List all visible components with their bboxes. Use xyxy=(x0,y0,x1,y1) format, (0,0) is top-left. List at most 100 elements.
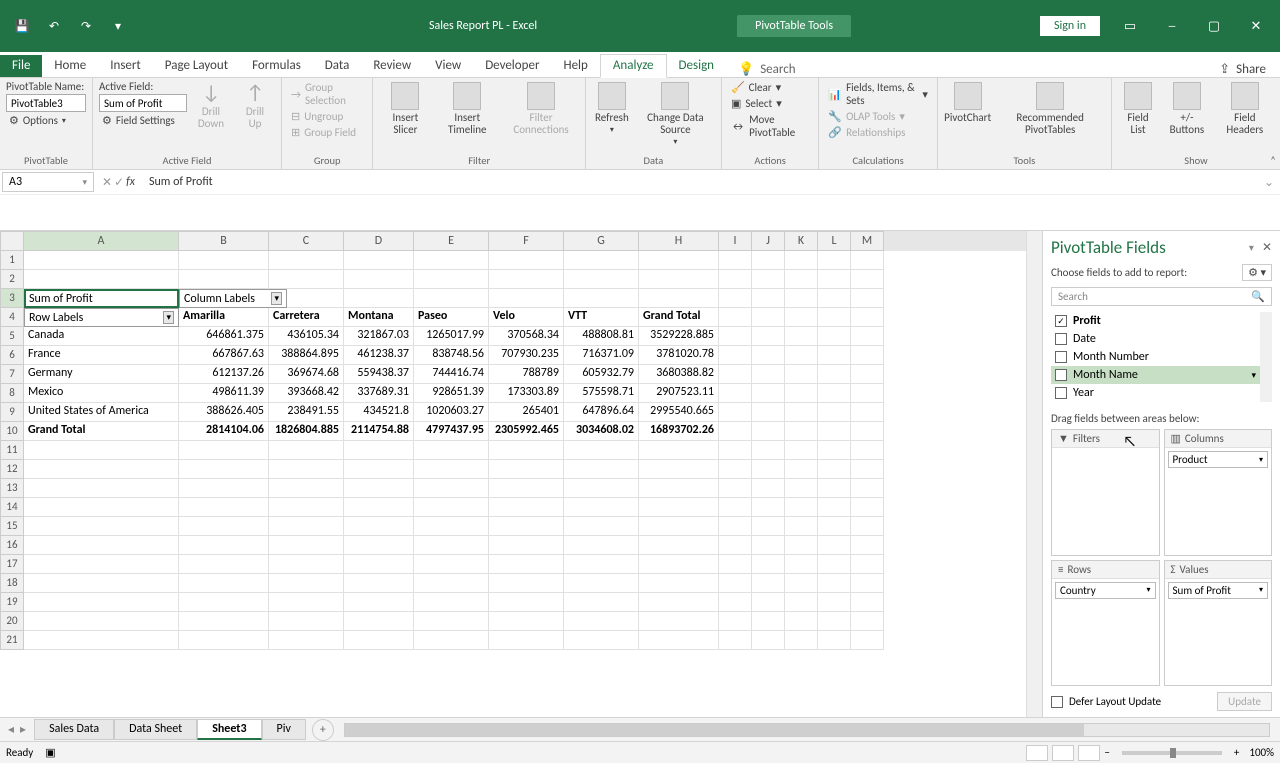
undo-icon[interactable]: ↶ xyxy=(40,12,68,40)
cell[interactable]: VTT xyxy=(564,308,639,327)
cell[interactable] xyxy=(719,422,752,441)
row-header[interactable]: 6 xyxy=(0,346,24,365)
cell[interactable]: 2814104.06 xyxy=(179,422,269,441)
field-list-item[interactable]: ✓Profit xyxy=(1051,312,1260,330)
cell[interactable] xyxy=(489,631,564,650)
column-header[interactable]: I xyxy=(719,231,752,251)
recommended-pivottables-button[interactable]: Recommended PivotTables xyxy=(995,80,1104,138)
tab-page-layout[interactable]: Page Layout xyxy=(153,55,240,77)
cell[interactable] xyxy=(287,289,344,308)
select-all-button[interactable] xyxy=(0,231,24,251)
cell[interactable] xyxy=(851,403,884,422)
ribbon-display-icon[interactable]: ▭ xyxy=(1110,11,1150,41)
cell[interactable] xyxy=(564,251,639,270)
cell[interactable] xyxy=(269,441,344,460)
cell[interactable]: Grand Total xyxy=(639,308,719,327)
cell[interactable] xyxy=(818,365,851,384)
page-layout-view-button[interactable] xyxy=(1052,745,1074,761)
cell[interactable]: 337689.31 xyxy=(344,384,414,403)
field-headers-button[interactable]: Field Headers xyxy=(1216,80,1274,138)
cell[interactable] xyxy=(24,555,179,574)
tab-formulas[interactable]: Formulas xyxy=(240,55,313,77)
cell[interactable] xyxy=(564,460,639,479)
cell[interactable] xyxy=(752,479,785,498)
cell[interactable] xyxy=(851,574,884,593)
cell[interactable]: 3034608.02 xyxy=(564,422,639,441)
cell[interactable] xyxy=(179,631,269,650)
new-sheet-button[interactable]: + xyxy=(312,719,334,741)
cell[interactable] xyxy=(564,517,639,536)
cell[interactable] xyxy=(851,517,884,536)
cell[interactable] xyxy=(818,479,851,498)
cell[interactable]: 3781020.78 xyxy=(639,346,719,365)
cell[interactable] xyxy=(344,612,414,631)
cell[interactable] xyxy=(179,593,269,612)
cell[interactable] xyxy=(785,498,818,517)
cell[interactable]: 838748.56 xyxy=(414,346,489,365)
cell[interactable] xyxy=(719,460,752,479)
row-header[interactable]: 11 xyxy=(0,441,24,460)
cell[interactable] xyxy=(785,346,818,365)
row-header[interactable]: 8 xyxy=(0,384,24,403)
cell[interactable] xyxy=(719,612,752,631)
cell[interactable] xyxy=(564,270,639,289)
cell[interactable] xyxy=(564,536,639,555)
cell[interactable] xyxy=(24,498,179,517)
cell[interactable] xyxy=(414,574,489,593)
pivottable-name-input[interactable] xyxy=(6,94,86,112)
rows-area[interactable]: ≡Rows Country▾ xyxy=(1051,560,1160,687)
cell[interactable] xyxy=(344,270,414,289)
cell[interactable] xyxy=(851,346,884,365)
cell[interactable] xyxy=(414,479,489,498)
cell[interactable] xyxy=(719,289,752,308)
cell[interactable] xyxy=(344,251,414,270)
cell[interactable] xyxy=(269,555,344,574)
page-break-view-button[interactable] xyxy=(1078,745,1100,761)
options-button[interactable]: ⚙Options▾ xyxy=(6,113,69,128)
column-header[interactable]: L xyxy=(818,231,851,251)
cell[interactable] xyxy=(719,384,752,403)
cell[interactable] xyxy=(851,441,884,460)
cell[interactable] xyxy=(564,555,639,574)
field-list-item[interactable]: Month Name▾ xyxy=(1051,366,1260,384)
column-header[interactable]: K xyxy=(785,231,818,251)
cell[interactable] xyxy=(414,612,489,631)
cell[interactable] xyxy=(269,270,344,289)
field-list-item[interactable]: Month Number xyxy=(1051,348,1260,366)
cell[interactable] xyxy=(785,327,818,346)
cell[interactable]: Velo xyxy=(489,308,564,327)
cell[interactable] xyxy=(719,327,752,346)
cell[interactable] xyxy=(24,593,179,612)
cell[interactable] xyxy=(851,631,884,650)
minimize-icon[interactable]: ─ xyxy=(1152,11,1192,41)
name-box[interactable]: A3▾ xyxy=(2,172,94,192)
cell[interactable] xyxy=(785,308,818,327)
cell[interactable] xyxy=(752,289,785,308)
cell[interactable] xyxy=(24,517,179,536)
cell[interactable]: 559438.37 xyxy=(344,365,414,384)
cell[interactable]: 707930.235 xyxy=(489,346,564,365)
tab-home[interactable]: Home xyxy=(42,55,98,77)
cell[interactable] xyxy=(818,593,851,612)
cell[interactable]: 388626.405 xyxy=(179,403,269,422)
cell[interactable] xyxy=(785,555,818,574)
cell[interactable] xyxy=(818,403,851,422)
tell-me-search[interactable]: 💡Search xyxy=(726,62,808,77)
cell[interactable] xyxy=(785,460,818,479)
cell[interactable] xyxy=(269,251,344,270)
cell[interactable] xyxy=(24,612,179,631)
cell[interactable] xyxy=(785,384,818,403)
cell[interactable] xyxy=(269,574,344,593)
columns-area-item[interactable]: Product▾ xyxy=(1168,451,1269,468)
cell[interactable] xyxy=(639,289,719,308)
cell[interactable] xyxy=(752,441,785,460)
field-list-item[interactable]: Year xyxy=(1051,384,1260,402)
cell[interactable] xyxy=(179,555,269,574)
cell[interactable] xyxy=(489,517,564,536)
cell[interactable] xyxy=(564,593,639,612)
cell[interactable]: 388864.895 xyxy=(269,346,344,365)
cell[interactable] xyxy=(818,441,851,460)
cell[interactable]: 928651.39 xyxy=(414,384,489,403)
cell[interactable] xyxy=(414,251,489,270)
cell[interactable]: 1020603.27 xyxy=(414,403,489,422)
